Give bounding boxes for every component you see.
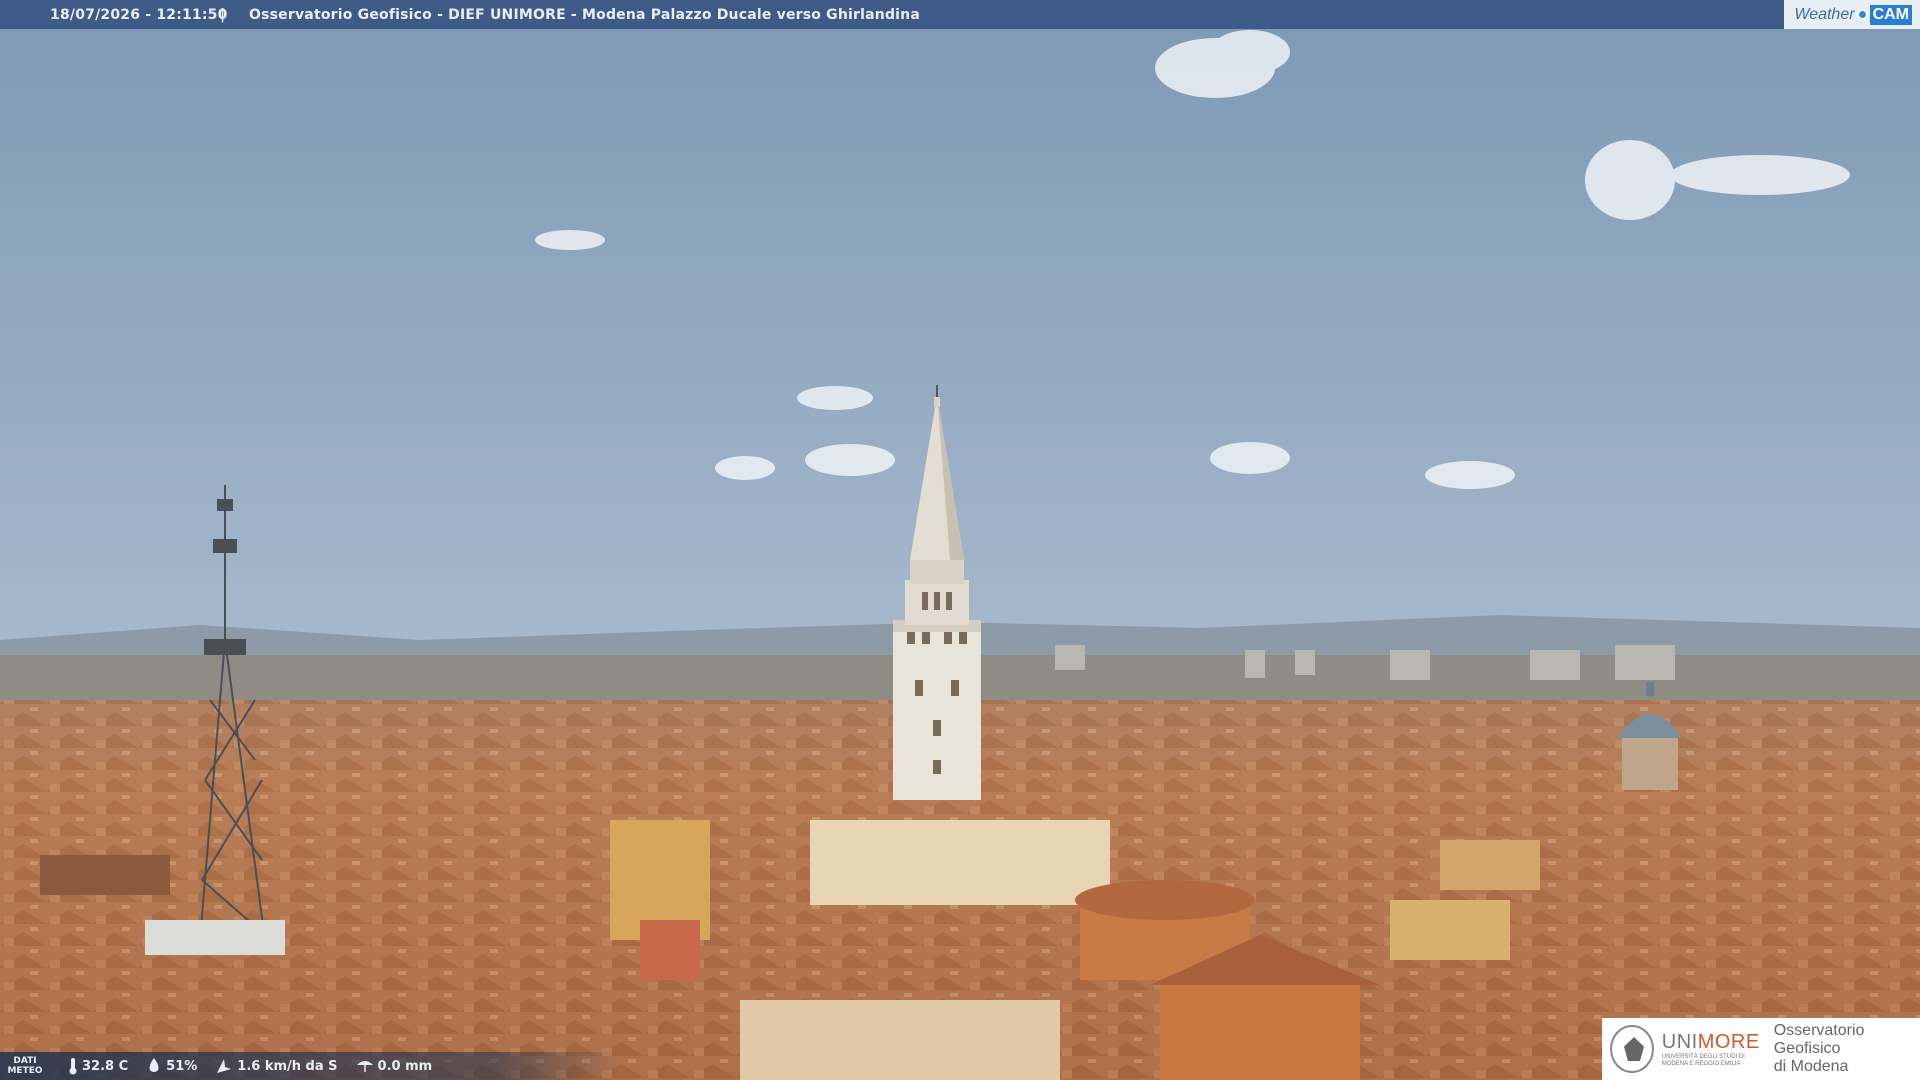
logo-cam-text: CAM — [1869, 4, 1912, 25]
unimore-brand: UNIMORE UNIVERSITÀ DEGLI STUDI DI MODENA… — [1661, 1030, 1760, 1067]
rain-value: 0.0 mm — [377, 1058, 433, 1074]
wind-value: 1.6 km/h da S — [237, 1058, 338, 1074]
logo-weather-text: Weather — [1794, 5, 1855, 23]
meteo-label: DATI METEO — [7, 1056, 43, 1076]
camera-overlay-bar: 18/07/2026 - 12:11:50 | Osservatorio Geo… — [0, 0, 1920, 29]
wind-reading: 1.6 km/h da S — [215, 1057, 338, 1075]
temperature-reading: 32.8 C — [68, 1057, 128, 1075]
camera-title: Osservatorio Geofisico - DIEF UNIMORE - … — [249, 6, 920, 23]
meteo-data-bar: DATI METEO 32.8 C 51% 1.6 km/h da S 0.0 … — [0, 1052, 620, 1080]
rain-reading: 0.0 mm — [356, 1057, 433, 1075]
observatory-name: Osservatorio Geofisico di Modena — [1773, 1022, 1865, 1075]
wind-icon — [217, 1059, 232, 1073]
temperature-value: 32.8 C — [82, 1058, 129, 1074]
timestamp: 18/07/2026 - 12:11:50 — [50, 6, 228, 23]
rain-icon — [356, 1061, 373, 1072]
weathercam-logo: Weather CAM — [1784, 0, 1920, 29]
city-panorama-image — [0, 0, 1920, 1080]
university-seal-icon — [1610, 1025, 1654, 1073]
humidity-drop-icon — [149, 1058, 159, 1072]
unimore-logo: UNIMORE UNIVERSITÀ DEGLI STUDI DI MODENA… — [1602, 1018, 1920, 1080]
separator: | — [220, 6, 226, 23]
humidity-reading: 51% — [146, 1057, 197, 1075]
humidity-value: 51% — [166, 1058, 198, 1074]
thermometer-icon — [69, 1058, 77, 1075]
logo-dot-icon — [1856, 9, 1868, 20]
